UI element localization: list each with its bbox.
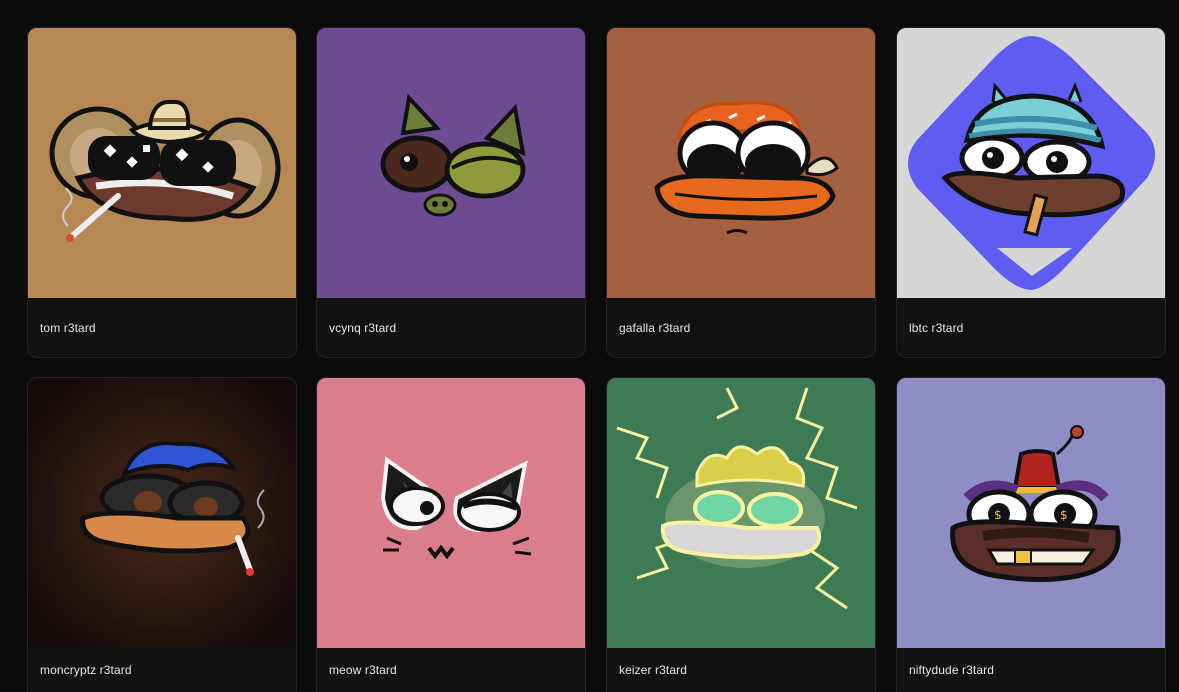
nft-card[interactable]: moncryptz r3tard: [27, 377, 297, 692]
nft-name: meow r3tard: [329, 663, 397, 677]
nft-card[interactable]: meow r3tard: [316, 377, 586, 692]
nft-art-black-cat-ears: [317, 378, 585, 648]
nft-name: tom r3tard: [40, 321, 96, 335]
nft-image[interactable]: [317, 28, 585, 298]
nft-gallery-grid: tom r3tard vcynq r3tard gafalla r3tard l…: [0, 0, 1179, 692]
nft-name: moncryptz r3tard: [40, 663, 132, 677]
nft-name: niftydude r3tard: [909, 663, 994, 677]
nft-image[interactable]: [897, 28, 1165, 298]
nft-image[interactable]: [28, 378, 296, 648]
nft-card[interactable]: $ $ niftydude r3tard: [896, 377, 1166, 692]
nft-art-striped-cap-blue-badge: [897, 28, 1165, 298]
nft-image[interactable]: [607, 28, 875, 298]
nft-name: vcynq r3tard: [329, 321, 397, 335]
nft-name: keizer r3tard: [619, 663, 687, 677]
nft-card[interactable]: gafalla r3tard: [606, 27, 876, 358]
nft-card[interactable]: keizer r3tard: [606, 377, 876, 692]
nft-card[interactable]: lbtc r3tard: [896, 27, 1166, 358]
nft-image[interactable]: [607, 378, 875, 648]
svg-text:$: $: [1060, 508, 1068, 522]
nft-card[interactable]: tom r3tard: [27, 27, 297, 358]
nft-card[interactable]: vcynq r3tard: [316, 27, 586, 358]
nft-name: gafalla r3tard: [619, 321, 691, 335]
nft-image[interactable]: [317, 378, 585, 648]
nft-art-fez-dollar-eyes: $ $: [897, 378, 1165, 648]
nft-art-monkey-with-hat: [28, 28, 296, 298]
nft-image[interactable]: $ $: [897, 378, 1165, 648]
nft-name: lbtc r3tard: [909, 321, 964, 335]
nft-art-orange-hair-duck: [607, 28, 875, 298]
nft-art-green-cat-eyes: [317, 28, 585, 298]
nft-image[interactable]: [28, 28, 296, 298]
nft-art-blue-hair-sunglasses: [28, 378, 296, 648]
nft-art-lightning-glow: [607, 378, 875, 648]
